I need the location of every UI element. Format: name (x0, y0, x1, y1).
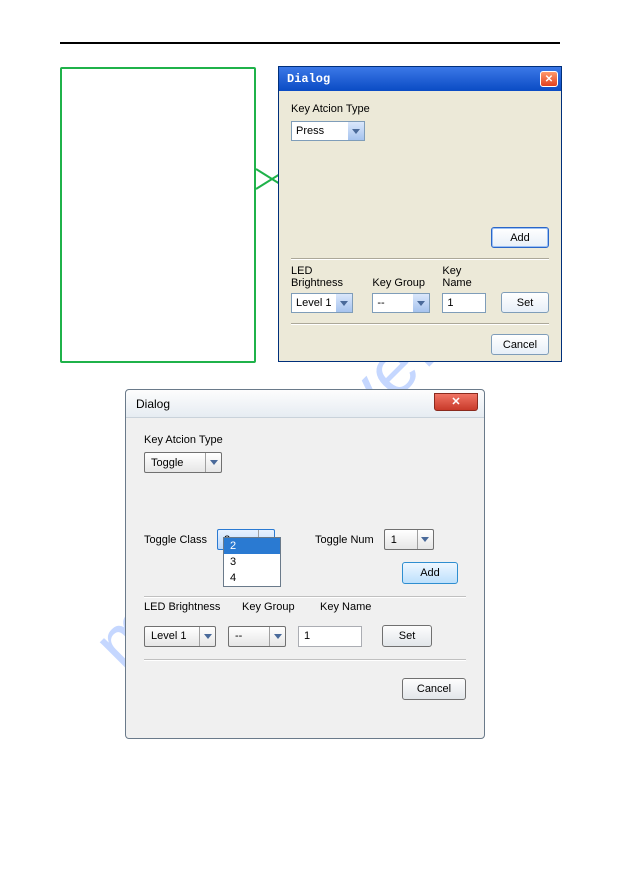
dropdown-option[interactable]: 2 (224, 538, 280, 554)
dialog-body: Key Atcion Type Toggle Toggle Class 2 To… (126, 418, 484, 710)
close-icon: ✕ (451, 395, 460, 408)
dialog-body: Key Atcion Type Press Add LED Brightness… (279, 91, 561, 363)
key-name-value: 1 (447, 297, 453, 309)
toggle-class-label: Toggle Class (144, 534, 207, 546)
set-button[interactable]: Set (382, 625, 432, 647)
dropdown-option[interactable]: 4 (224, 570, 280, 586)
cancel-label: Cancel (503, 339, 537, 351)
key-action-type-label: Key Atcion Type (291, 103, 549, 115)
key-group-value: -- (235, 630, 242, 642)
key-name-label: Key Name (320, 601, 371, 613)
chevron-down-icon (336, 294, 352, 312)
led-brightness-label: LED Brightness (144, 601, 224, 613)
led-brightness-value: Level 1 (151, 630, 186, 642)
chevron-down-icon (417, 530, 433, 549)
key-group-value: -- (377, 297, 384, 309)
led-brightness-select[interactable]: Level 1 (291, 293, 353, 313)
set-button[interactable]: Set (501, 292, 549, 313)
dropdown-option[interactable]: 3 (224, 554, 280, 570)
led-brightness-select[interactable]: Level 1 (144, 626, 216, 647)
dialog-title: Dialog (136, 397, 434, 411)
key-action-type-value: Toggle (151, 457, 183, 469)
key-action-type-select[interactable]: Toggle (144, 452, 222, 473)
key-name-label: Key Name (442, 265, 489, 289)
key-name-input[interactable]: 1 (298, 626, 362, 647)
separator (144, 596, 466, 597)
separator (144, 659, 466, 660)
toggle-num-value: 1 (391, 534, 397, 546)
dialog-xp: Dialog ✕ Key Atcion Type Press Add LED B… (278, 66, 562, 362)
dialog-titlebar[interactable]: Dialog ✕ (279, 67, 561, 91)
key-name-value: 1 (304, 630, 310, 642)
add-label: Add (420, 567, 440, 579)
chevron-down-icon (269, 627, 285, 646)
toggle-class-dropdown[interactable]: 2 3 4 (223, 537, 281, 587)
add-button[interactable]: Add (491, 227, 549, 248)
dialog-titlebar[interactable]: Dialog ✕ (126, 390, 484, 418)
key-group-label: Key Group (242, 601, 302, 613)
set-label: Set (399, 630, 416, 642)
cancel-label: Cancel (417, 683, 451, 695)
led-brightness-value: Level 1 (296, 297, 331, 309)
close-icon: ✕ (545, 74, 553, 85)
close-button[interactable]: ✕ (434, 393, 478, 411)
add-button[interactable]: Add (402, 562, 458, 584)
cancel-button[interactable]: Cancel (491, 334, 549, 355)
callout-box (60, 67, 256, 363)
cancel-button[interactable]: Cancel (402, 678, 466, 700)
close-button[interactable]: ✕ (540, 71, 558, 87)
toggle-num-label: Toggle Num (315, 534, 374, 546)
key-name-input[interactable]: 1 (442, 293, 486, 313)
chevron-down-icon (413, 294, 429, 312)
key-group-select[interactable]: -- (372, 293, 430, 313)
chevron-down-icon (199, 627, 215, 646)
add-label: Add (510, 232, 530, 244)
led-brightness-label: LED Brightness (291, 265, 360, 289)
chevron-down-icon (348, 122, 364, 140)
dialog-title: Dialog (287, 72, 540, 86)
chevron-down-icon (205, 453, 221, 472)
key-action-type-value: Press (296, 125, 324, 137)
key-group-label: Key Group (372, 277, 430, 289)
set-label: Set (517, 297, 534, 309)
page-header-rule (60, 42, 560, 44)
key-action-type-select[interactable]: Press (291, 121, 365, 141)
dialog-win7: Dialog ✕ Key Atcion Type Toggle Toggle C… (125, 389, 485, 739)
separator (291, 258, 549, 259)
key-group-select[interactable]: -- (228, 626, 286, 647)
key-action-type-label: Key Atcion Type (144, 434, 466, 446)
toggle-num-select[interactable]: 1 (384, 529, 434, 550)
separator (291, 323, 549, 324)
